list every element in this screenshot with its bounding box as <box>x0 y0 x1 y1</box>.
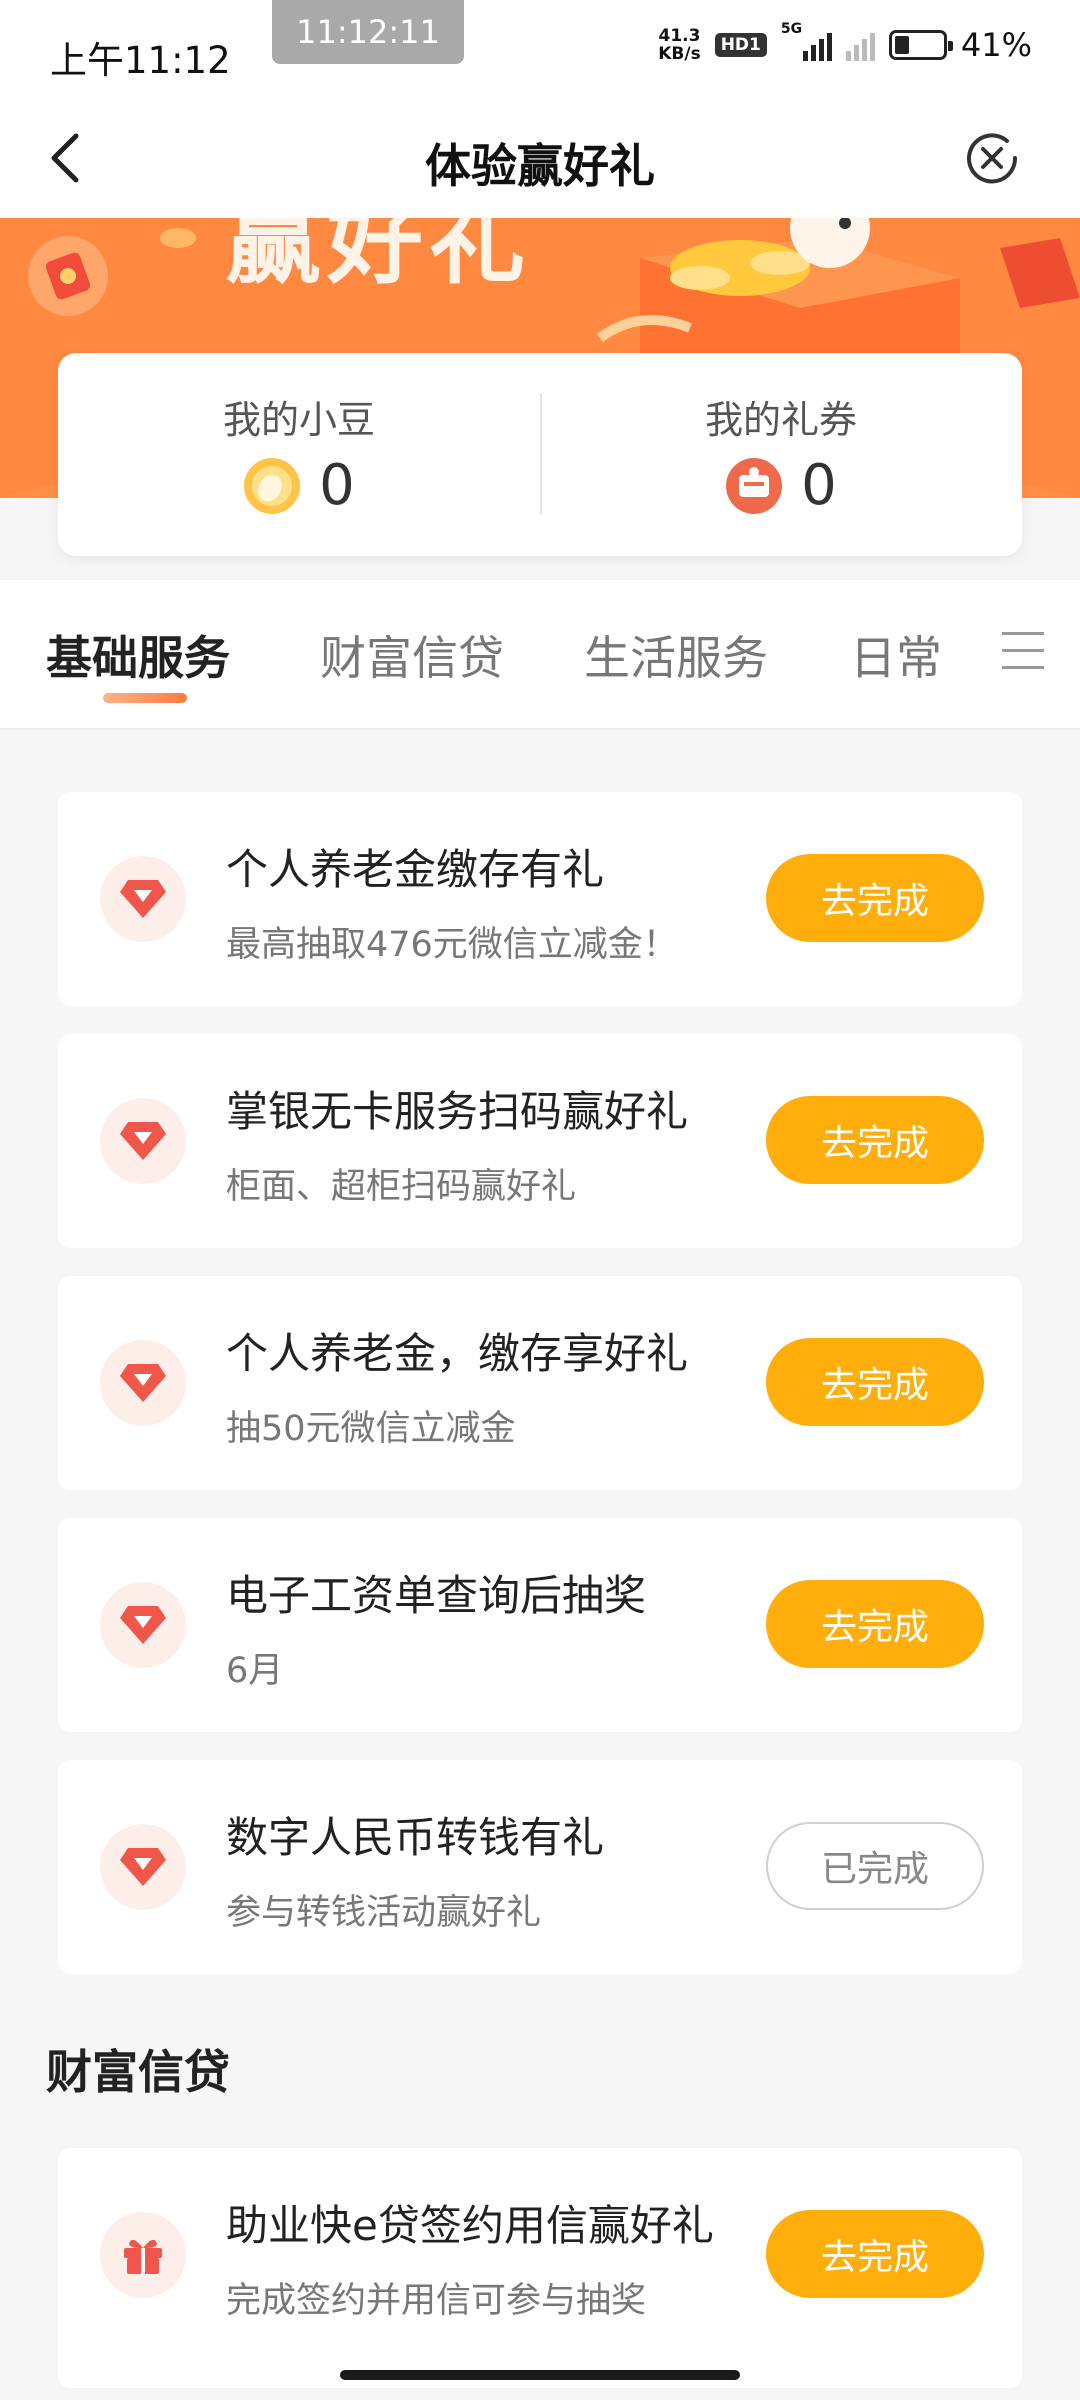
category-tabs: 基础服务 财富信贷 生活服务 日常 <box>0 580 1080 730</box>
signal-2-icon <box>845 29 875 61</box>
task-card: 掌银无卡服务扫码赢好礼 柜面、超柜扫码赢好礼 去完成 <box>58 1034 1022 1248</box>
completed-button[interactable]: 已完成 <box>766 1822 984 1910</box>
go-complete-button[interactable]: 去完成 <box>766 854 984 942</box>
coupon-icon <box>726 457 783 514</box>
menu-icon[interactable] <box>1002 632 1044 672</box>
battery-percent: 41% <box>960 26 1032 64</box>
task-list: 个人养老金缴存有礼 最高抽取476元微信立减金！ 去完成 掌银无卡服务扫码赢好礼… <box>0 730 1080 2400</box>
my-beans[interactable]: 我的小豆 0 <box>58 353 540 556</box>
section-title: 财富信贷 <box>46 2045 230 2099</box>
task-title: 个人养老金缴存有礼 <box>226 845 605 894</box>
task-subtitle: 6月 <box>226 1651 284 1691</box>
page-title: 体验赢好礼 <box>425 139 655 193</box>
diamond-icon <box>100 1582 186 1668</box>
task-subtitle: 最高抽取476元微信立减金！ <box>226 925 678 965</box>
status-bar: 上午11:12 11:12:11 41.3 KB/s HD1 5G 41% <box>0 0 1080 100</box>
coupons-label: 我的礼券 <box>704 398 857 442</box>
tab-wealth-credit[interactable]: 财富信贷 <box>320 622 504 688</box>
task-title: 个人养老金，缴存享好礼 <box>226 1329 689 1378</box>
task-subtitle: 柜面、超柜扫码赢好礼 <box>226 1167 577 1207</box>
battery-icon <box>888 30 953 60</box>
nav-bar: 体验赢好礼 <box>0 100 1080 218</box>
beans-label: 我的小豆 <box>222 398 375 442</box>
task-title: 电子工资单查询后抽奖 <box>226 1571 647 1620</box>
banner-title: 赢好礼 <box>225 218 531 297</box>
task-subtitle: 完成签约并用信可参与抽奖 <box>226 2281 647 2321</box>
home-indicator[interactable] <box>340 2370 740 2380</box>
close-icon[interactable] <box>962 128 1022 188</box>
diamond-icon <box>100 1098 186 1184</box>
go-complete-button[interactable]: 去完成 <box>766 1096 984 1184</box>
diamond-icon <box>100 1824 186 1910</box>
task-title: 助业快e贷签约用信赢好礼 <box>226 2201 714 2250</box>
status-time: 上午11:12 <box>50 39 231 82</box>
task-subtitle: 抽50元微信立减金 <box>226 1409 516 1449</box>
task-card: 电子工资单查询后抽奖 6月 去完成 <box>58 1518 1022 1732</box>
go-complete-button[interactable]: 去完成 <box>766 2210 984 2298</box>
task-card: 个人养老金缴存有礼 最高抽取476元微信立减金！ 去完成 <box>58 792 1022 1006</box>
bean-icon <box>244 457 301 514</box>
diamond-icon <box>100 856 186 942</box>
task-card: 个人养老金，缴存享好礼 抽50元微信立减金 去完成 <box>58 1276 1022 1490</box>
gift-icon <box>100 2212 186 2298</box>
clock-chip: 11:12:11 <box>272 0 464 64</box>
task-subtitle: 参与转钱活动赢好礼 <box>226 1893 542 1933</box>
go-complete-button[interactable]: 去完成 <box>766 1338 984 1426</box>
tab-active-indicator <box>103 693 187 703</box>
hd-badge: HD1 <box>714 33 767 57</box>
my-coupons[interactable]: 我的礼券 0 <box>540 353 1022 556</box>
net-speed: 41.3 KB/s <box>658 26 701 64</box>
tab-daily[interactable]: 日常 <box>850 622 942 688</box>
beans-value: 0 <box>319 453 355 518</box>
task-card: 助业快e贷签约用信赢好礼 完成签约并用信可参与抽奖 去完成 <box>58 2148 1022 2388</box>
go-complete-button[interactable]: 去完成 <box>766 1580 984 1668</box>
signal-icon: 5G <box>781 21 832 61</box>
status-icons: 41.3 KB/s HD1 5G 41% <box>658 21 1032 64</box>
task-card: 数字人民币转钱有礼 参与转钱活动赢好礼 已完成 <box>58 1760 1022 1974</box>
task-title: 掌银无卡服务扫码赢好礼 <box>226 1087 689 1136</box>
task-title: 数字人民币转钱有礼 <box>226 1813 605 1862</box>
tab-life-services[interactable]: 生活服务 <box>584 622 768 688</box>
diamond-icon <box>100 1340 186 1426</box>
coupons-value: 0 <box>801 453 837 518</box>
summary-card: 我的小豆 0 我的礼券 0 <box>58 353 1022 556</box>
tab-basic-services[interactable]: 基础服务 <box>46 622 230 688</box>
